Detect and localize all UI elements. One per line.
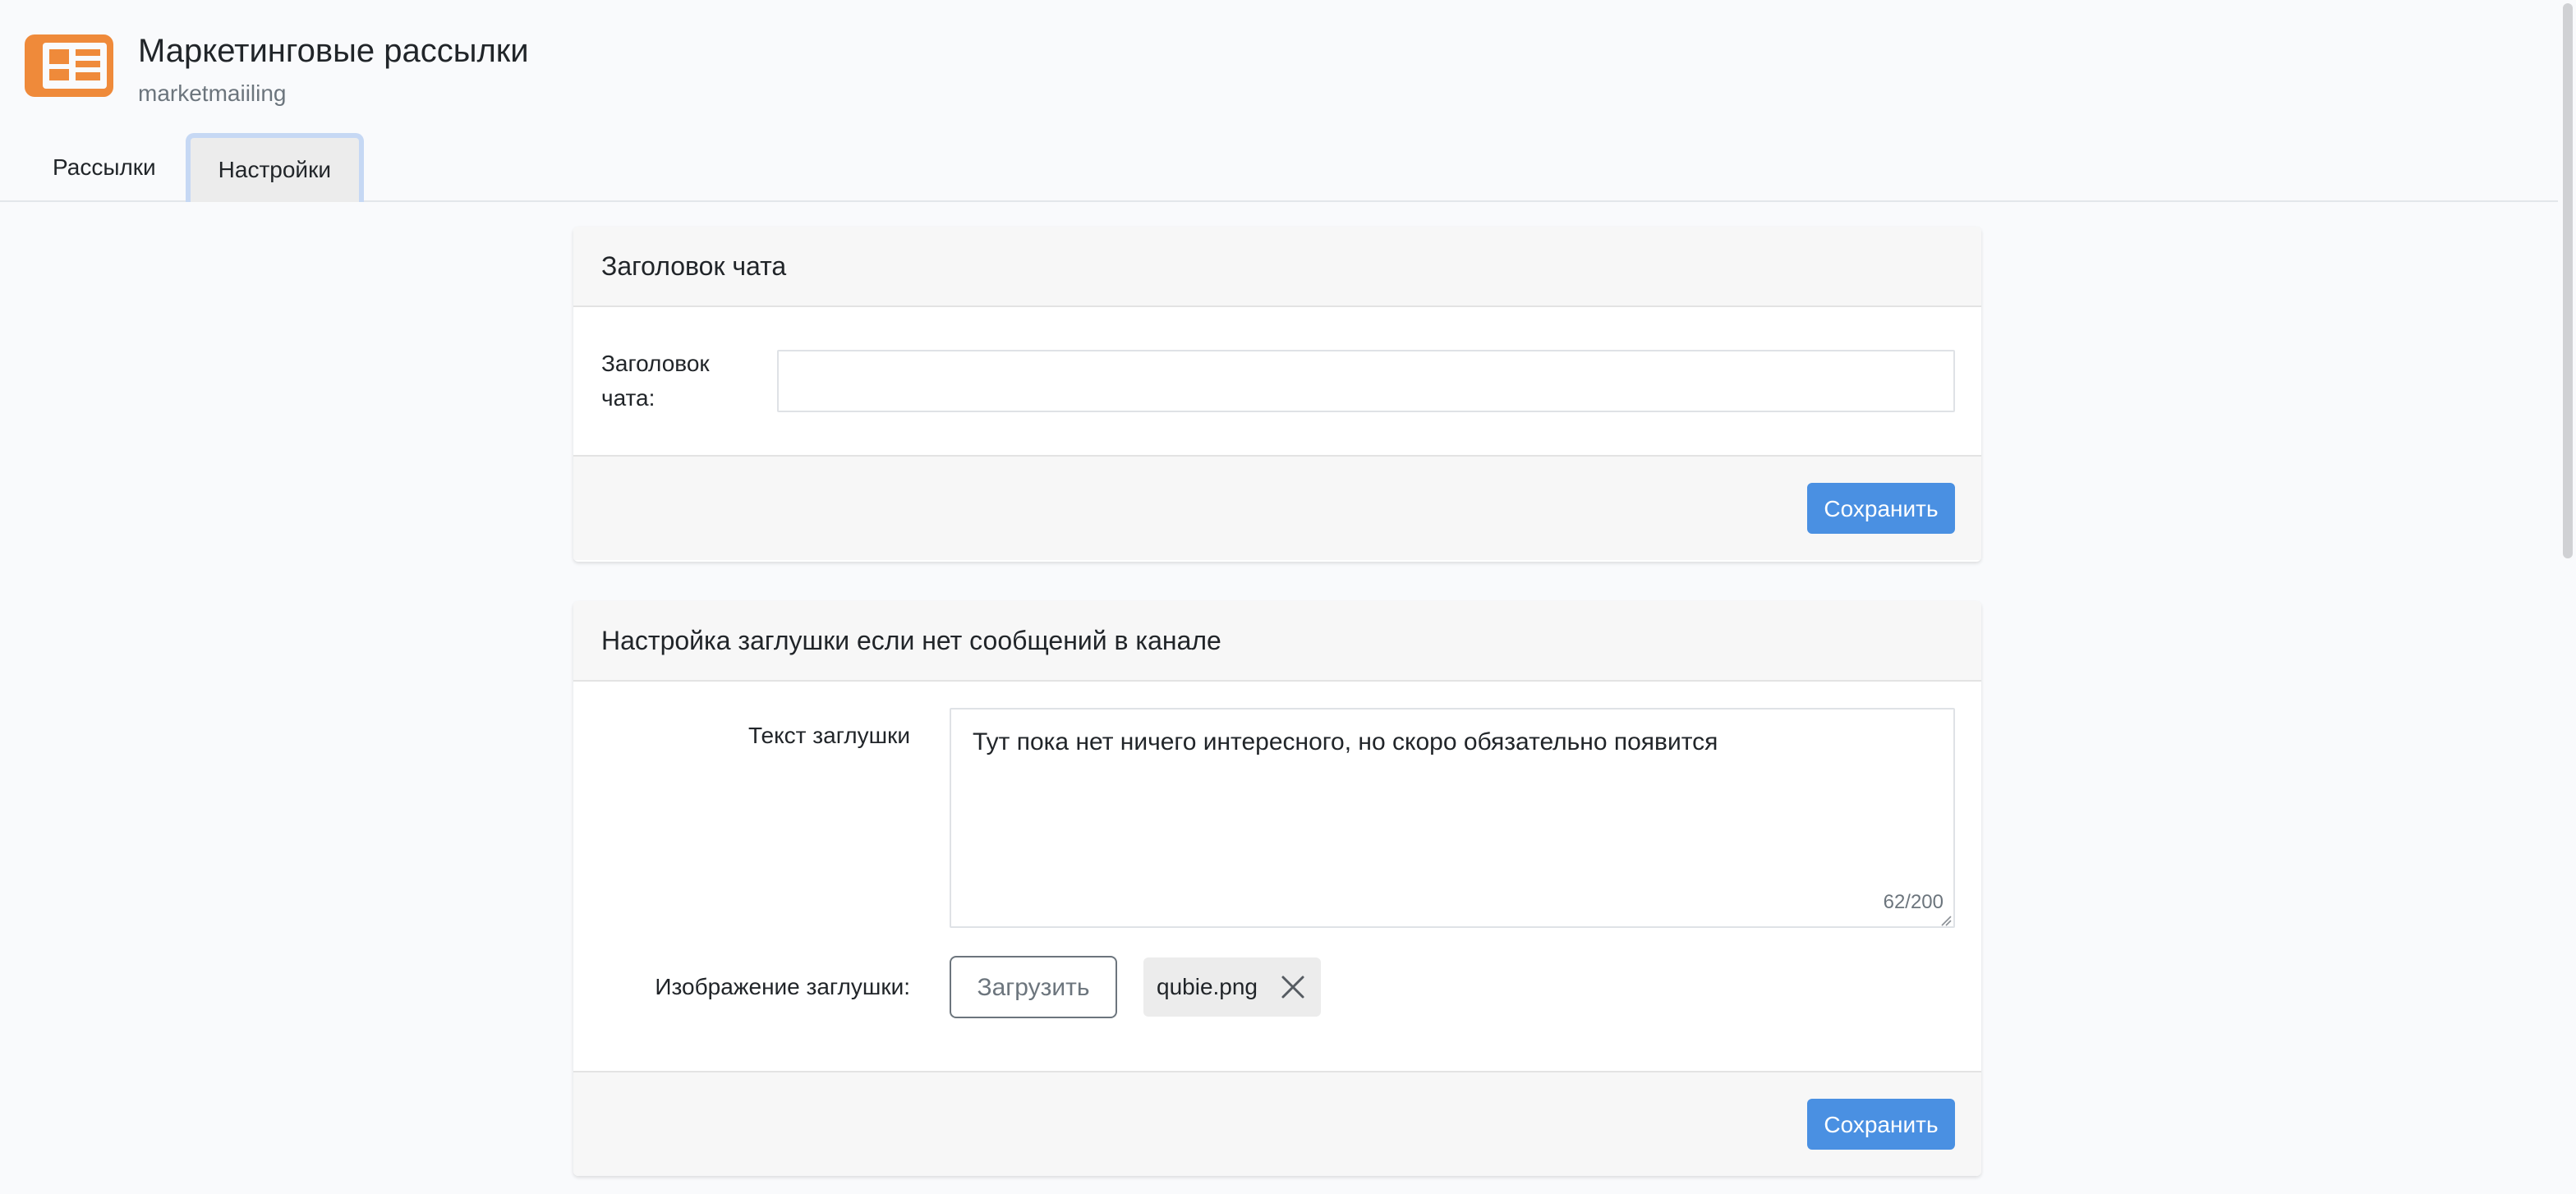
placeholder-image-label: Изображение заглушки: (655, 974, 910, 999)
card-heading: Заголовок чата (573, 227, 1981, 307)
card-heading: Настройка заглушки если нет сообщений в … (573, 601, 1981, 682)
resize-grip-icon[interactable] (1940, 915, 1952, 926)
scrollbar[interactable] (2558, 0, 2576, 1194)
card-footer: Сохранить (573, 455, 1981, 560)
placeholder-card: Настройка заглушки если нет сообщений в … (573, 601, 1981, 1176)
chat-title-input[interactable] (777, 350, 1955, 412)
scrollbar-thumb[interactable] (2563, 3, 2573, 558)
placeholder-text-input[interactable]: Тут пока нет ничего интересного, но скор… (950, 708, 1955, 928)
tab-bar: Рассылки Настройки (31, 133, 364, 202)
placeholder-text-label: Текст заглушки (748, 723, 910, 748)
save-placeholder-button[interactable]: Сохранить (1807, 1099, 1955, 1150)
card-body: Текст заглушки Тут пока нет ничего интер… (573, 682, 1981, 1071)
char-counter: 62/200 (1883, 891, 1944, 913)
close-icon[interactable] (1278, 972, 1308, 1002)
chat-title-label: Заголовок чата: (601, 351, 710, 411)
chat-title-card: Заголовок чата Заголовок чата: Сохранить (573, 227, 1981, 562)
upload-button[interactable]: Загрузить (950, 956, 1117, 1018)
file-chip: qubie.png (1143, 957, 1321, 1017)
file-name: qubie.png (1157, 974, 1258, 999)
card-body: Заголовок чата: (573, 307, 1981, 455)
app-header: Маркетинговые рассылки marketmaiiling Ра… (0, 0, 2576, 202)
tab-mailings[interactable]: Рассылки (31, 133, 177, 202)
page-title: Маркетинговые рассылки (138, 33, 529, 69)
page-subtitle: marketmaiiling (138, 80, 287, 106)
save-chat-title-button[interactable]: Сохранить (1807, 483, 1955, 534)
card-footer: Сохранить (573, 1071, 1981, 1176)
newspaper-icon (25, 34, 113, 97)
tab-settings[interactable]: Настройки (185, 133, 364, 202)
